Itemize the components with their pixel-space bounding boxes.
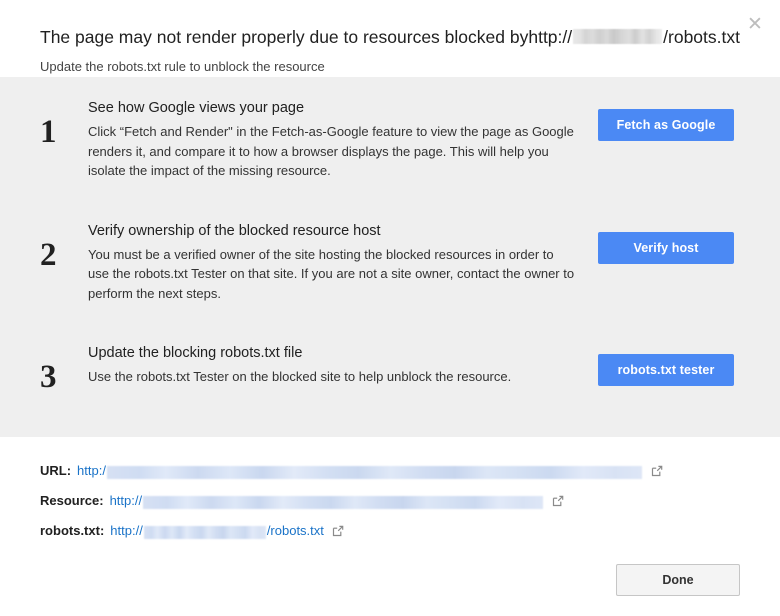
step-item: 2 Verify ownership of the blocked resour…	[0, 221, 780, 304]
step-content: Update the blocking robots.txt file Use …	[88, 343, 598, 387]
step-title: See how Google views your page	[88, 98, 578, 118]
step-title: Verify ownership of the blocked resource…	[88, 221, 578, 241]
link-suffix[interactable]: /robots.txt	[267, 523, 324, 538]
link-label: Resource:	[40, 493, 104, 508]
step-action: Fetch as Google	[598, 98, 734, 141]
page-title-prefix: The page may not render properly due to …	[40, 26, 528, 48]
link-label: URL:	[40, 463, 71, 478]
links-section: URL: http:/ Resource: http:// robots.txt…	[0, 437, 780, 545]
external-link-icon[interactable]	[332, 525, 344, 537]
fetch-as-google-button[interactable]: Fetch as Google	[598, 109, 734, 141]
step-content: See how Google views your page Click “Fe…	[88, 98, 598, 181]
step-description: Use the robots.txt Tester on the blocked…	[88, 367, 578, 387]
close-icon[interactable]: ✕	[744, 13, 766, 35]
redacted-url-value	[107, 466, 642, 479]
step-action: Verify host	[598, 221, 734, 264]
robots-txt-tester-button[interactable]: robots.txt tester	[598, 354, 734, 386]
page-title-suffix: /robots.txt	[663, 26, 740, 48]
step-item: 1 See how Google views your page Click “…	[0, 98, 780, 181]
step-title: Update the blocking robots.txt file	[88, 343, 578, 363]
link-scheme[interactable]: http:/	[77, 463, 106, 478]
link-scheme[interactable]: http://	[110, 493, 143, 508]
link-row-url: URL: http:/	[40, 455, 740, 485]
redacted-resource-value	[143, 496, 543, 509]
steps-panel: 1 See how Google views your page Click “…	[0, 77, 780, 437]
page-title: The page may not render properly due to …	[40, 26, 740, 48]
redacted-robots-value	[144, 526, 266, 539]
external-link-icon[interactable]	[552, 495, 564, 507]
page-subtitle: Update the robots.txt rule to unblock th…	[40, 59, 740, 75]
step-action: robots.txt tester	[598, 343, 734, 386]
link-row-resource: Resource: http://	[40, 485, 740, 515]
link-label: robots.txt:	[40, 523, 104, 538]
link-row-robots-txt: robots.txt: http:// /robots.txt	[40, 515, 740, 545]
step-number: 2	[40, 221, 88, 272]
dialog-footer: Done	[0, 564, 780, 616]
link-scheme[interactable]: http://	[110, 523, 143, 538]
step-content: Verify ownership of the blocked resource…	[88, 221, 598, 304]
step-description: Click “Fetch and Render" in the Fetch-as…	[88, 122, 578, 181]
done-button[interactable]: Done	[616, 564, 740, 596]
page-title-scheme: http://	[528, 26, 572, 48]
external-link-icon[interactable]	[651, 465, 663, 477]
step-item: 3 Update the blocking robots.txt file Us…	[0, 343, 780, 415]
step-number: 1	[40, 98, 88, 149]
step-description: You must be a verified owner of the site…	[88, 245, 578, 304]
dialog-header: The page may not render properly due to …	[0, 0, 780, 77]
redacted-host	[573, 29, 662, 44]
verify-host-button[interactable]: Verify host	[598, 232, 734, 264]
step-number: 3	[40, 343, 88, 394]
